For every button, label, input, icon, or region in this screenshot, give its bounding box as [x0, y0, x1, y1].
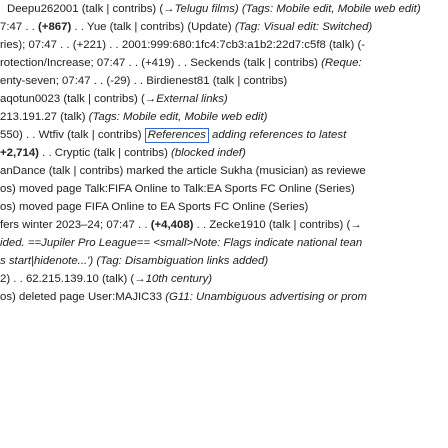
change-entry[interactable]: 550) . . Wtfiv (talk | contribs) Referen… [0, 126, 346, 144]
change-entry[interactable]: Deepu262001 (talk | contribs) (→Telugu f… [0, 0, 421, 18]
byte-diff: (+867) [38, 21, 72, 33]
byte-diff: +2,714) [0, 147, 39, 159]
entry-text: aqotun0023 (talk | contribs) (→ [0, 93, 157, 105]
change-entry[interactable]: anDance (talk | contribs) marked the art… [0, 162, 366, 180]
change-entry[interactable]: 2) . . 62.215.139.10 (talk) (→10th centu… [0, 270, 212, 288]
entry-text: 213.191.27 (talk) [0, 111, 89, 123]
entry-edit-summary: (G11: Unambiguous advertising or prom [165, 291, 367, 303]
entry-edit-summary: s start|hidenote...') [0, 255, 94, 267]
entry-edit-summary: External links) [156, 93, 228, 105]
entry-edit-summary: adding references to latest [212, 129, 347, 141]
entry-text: . . Zecke1910 (talk | contribs) (→ [193, 219, 362, 231]
entry-text: os) moved page FIFA Online to EA Sports … [0, 201, 309, 213]
entry-text: anDance (talk | contribs) marked the art… [0, 165, 366, 177]
entry-tags: (Tag: Disambiguation links added) [96, 255, 269, 267]
entry-text: ries); 07:47 . . (+221) . . 2001:999:680… [0, 39, 366, 51]
recent-changes-feed: Deepu262001 (talk | contribs) (→Telugu f… [0, 0, 448, 448]
entry-text: . . Cryptic (talk | contribs) [38, 147, 172, 159]
change-entry[interactable]: enty-seven; 07:47 . . (-29) . . Birdiene… [0, 72, 287, 90]
change-entry[interactable]: ided. ==Jupiler Pro League== <small>Note… [0, 234, 362, 252]
entry-text: 550) . . Wtfiv (talk | contribs) [0, 129, 145, 141]
entry-edit-summary: (Reque: [321, 57, 362, 69]
entry-text: os) moved page Talk:FIFA Online to Talk:… [0, 183, 355, 195]
entry-text: 2) . . 62.215.139.10 (talk) (→ [0, 273, 146, 285]
entry-text: 7:47 . . [0, 21, 38, 33]
entry-text: fers winter 2023–24; 07:47 . . [0, 219, 151, 231]
change-entry[interactable]: os) moved page Talk:FIFA Online to Talk:… [0, 180, 355, 198]
entry-text: . . Yue (talk | contribs) (Update) [71, 21, 235, 33]
change-entry[interactable]: s start|hidenote...') (Tag: Disambiguati… [0, 252, 268, 270]
change-entry[interactable]: 7:47 . . (+867) . . Yue (talk | contribs… [0, 18, 372, 36]
entry-edit-summary: 10th century) [145, 273, 213, 285]
change-entry[interactable]: ries); 07:47 . . (+221) . . 2001:999:680… [0, 36, 365, 54]
entry-edit-summary: (blocked indef) [171, 147, 246, 159]
change-entry[interactable]: 213.191.27 (talk) (Tags: Mobile edit, Mo… [0, 108, 267, 126]
entry-text: os) deleted page User:MAJIC33 [0, 291, 166, 303]
entry-edit-summary: Telugu films) (Tags: Mobile edit, Mobile… [174, 3, 421, 15]
entry-tags: (Tags: Mobile edit, Mobile web edit) [88, 111, 268, 123]
byte-diff: (+4,408) [150, 219, 194, 231]
change-entry[interactable]: +2,714) . . Cryptic (talk | contribs) (b… [0, 144, 246, 162]
change-entry[interactable]: fers winter 2023–24; 07:47 . . (+4,408) … [0, 216, 362, 234]
change-entry[interactable]: aqotun0023 (talk | contribs) (→External … [0, 90, 228, 108]
change-entry[interactable]: os) deleted page User:MAJIC33 (G11: Unam… [0, 288, 367, 306]
section-link-references[interactable]: References [144, 128, 209, 143]
entry-tags: (Tag: Visual edit: Switched) [234, 21, 373, 33]
change-entry[interactable]: rotection/Increase; 07:47 . . (+419) . .… [0, 54, 362, 72]
entry-text: enty-seven; 07:47 . . (-29) . . Birdiene… [0, 75, 288, 87]
entry-text: rotection/Increase; 07:47 . . (+419) . .… [0, 57, 322, 69]
entry-text: Deepu262001 (talk | contribs) (→ [7, 3, 175, 15]
change-entry[interactable]: os) moved page FIFA Online to EA Sports … [0, 198, 308, 216]
entry-edit-summary: ided. ==Jupiler Pro League== <small>Note… [0, 237, 363, 249]
